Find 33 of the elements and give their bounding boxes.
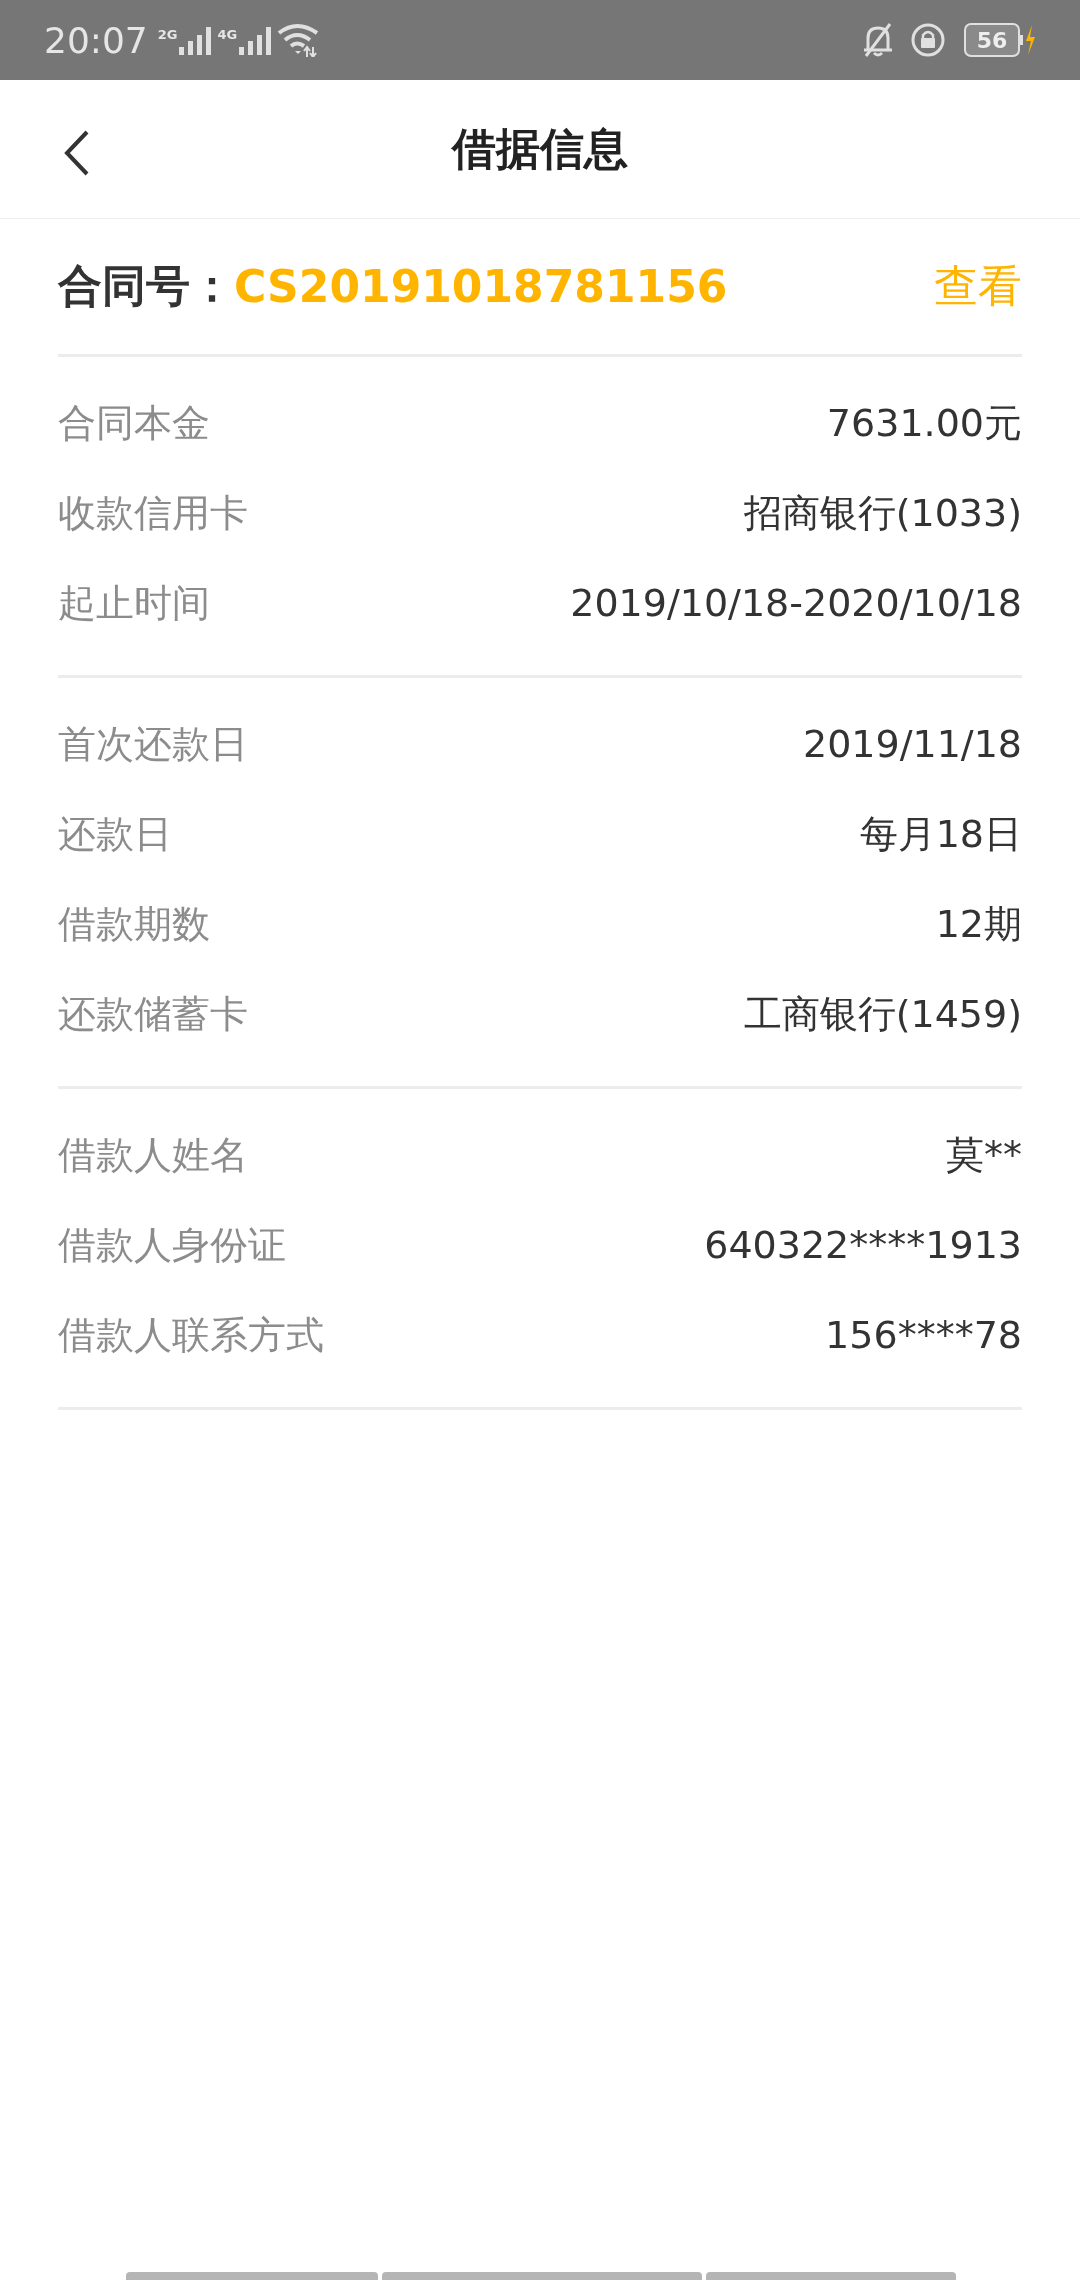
field-value: 7631.00元 (826, 399, 1022, 447)
field-label: 起止时间 (58, 579, 210, 627)
field-value: 2019/10/18-2020/10/18 (570, 581, 1022, 625)
field-label: 借款人联系方式 (58, 1311, 324, 1359)
field-value: 莫** (946, 1131, 1022, 1179)
field-label: 还款日 (58, 810, 172, 858)
field-label: 借款期数 (58, 900, 210, 948)
signal-icon (177, 25, 212, 55)
contract-number: CS20191018781156 (234, 261, 729, 312)
network-label: 4G (217, 27, 238, 42)
field-label: 借款人身份证 (58, 1221, 286, 1269)
field-value: 12期 (935, 900, 1022, 948)
field-label: 还款储蓄卡 (58, 990, 248, 1038)
field-value: 156****78 (825, 1313, 1022, 1357)
field-value: 工商银行(1459) (743, 990, 1022, 1038)
view-link[interactable]: 查看 (934, 257, 1022, 316)
field-value: 640322****1913 (704, 1223, 1022, 1267)
page-title: 借据信息 (452, 121, 628, 176)
network-label: 2G (157, 27, 178, 42)
field-value: 招商银行(1033) (743, 489, 1022, 537)
field-label: 首次还款日 (58, 720, 248, 768)
signal-icon (237, 25, 272, 55)
field-label: 收款信用卡 (58, 489, 248, 537)
contract-label: 合同号： (58, 259, 234, 313)
charging-icon (1020, 23, 1036, 57)
back-icon[interactable] (64, 130, 90, 176)
rotation-lock-icon (910, 22, 946, 58)
battery-level: 56 (964, 23, 1020, 57)
status-time: 20:07 (44, 19, 148, 61)
field-value: 每月18日 (859, 810, 1022, 858)
field-label: 借款人姓名 (58, 1131, 248, 1179)
field-label: 合同本金 (58, 399, 210, 447)
field-value: 2019/11/18 (802, 722, 1022, 766)
